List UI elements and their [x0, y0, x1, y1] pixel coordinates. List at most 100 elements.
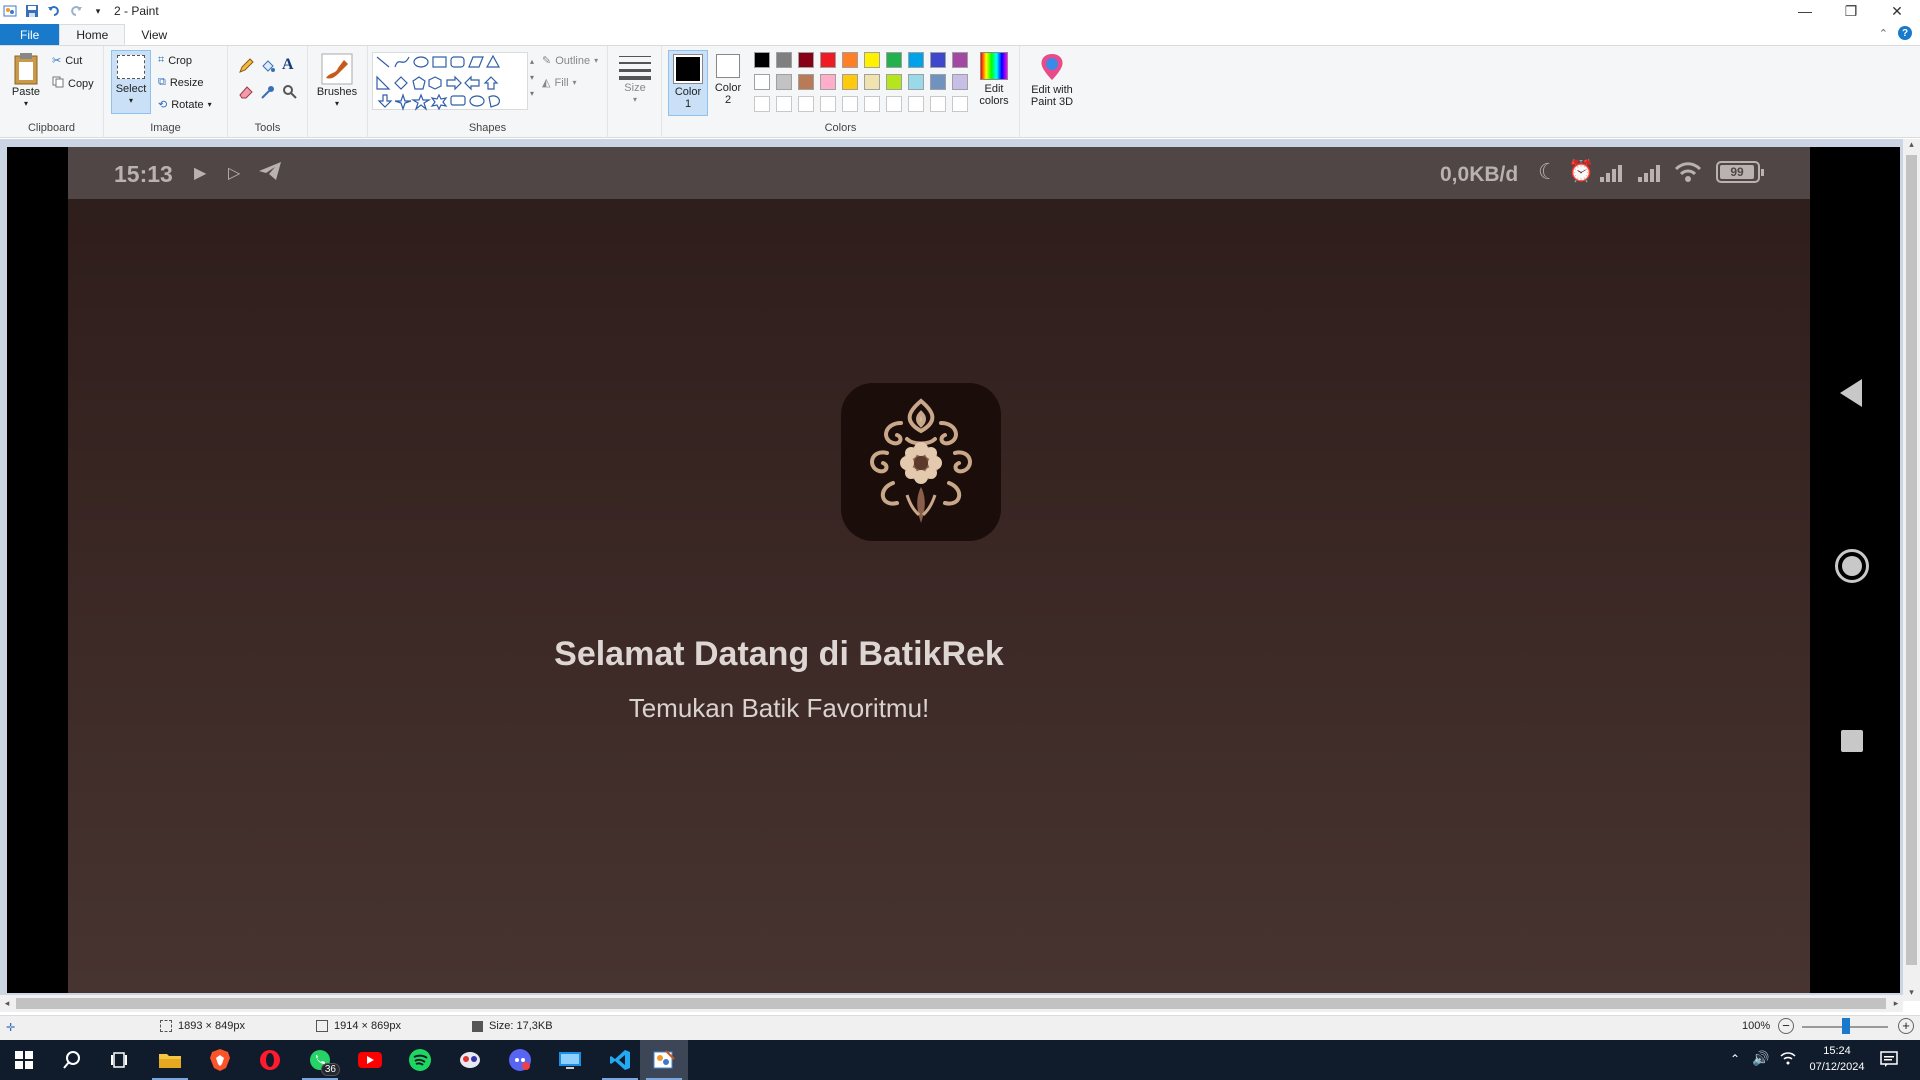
- fill-button[interactable]: ◭ Fill ▾: [542, 76, 577, 90]
- palette-swatch[interactable]: [842, 52, 858, 68]
- taskbar-discord[interactable]: [496, 1040, 544, 1080]
- cut-button[interactable]: ✂ Cut: [52, 54, 82, 68]
- color1-button[interactable]: Color 1: [668, 50, 708, 116]
- maximize-button[interactable]: ❐: [1828, 0, 1874, 22]
- shapes-gallery[interactable]: [372, 52, 528, 111]
- horizontal-scrollbar[interactable]: ◂ ▸: [0, 995, 1903, 1012]
- resize-button[interactable]: ⧉ Resize: [158, 76, 203, 89]
- paste-button[interactable]: Paste ▾: [10, 52, 42, 110]
- palette-swatch[interactable]: [886, 52, 902, 68]
- paint-app-icon: [2, 3, 18, 19]
- taskbar-youtube[interactable]: [346, 1040, 394, 1080]
- signal-icon-2: [1636, 163, 1664, 186]
- palette-swatch[interactable]: [776, 96, 792, 112]
- copy-button[interactable]: Copy: [52, 76, 94, 91]
- palette-swatch[interactable]: [864, 52, 880, 68]
- scissors-icon: ✂: [52, 55, 62, 67]
- taskbar-game-app[interactable]: [446, 1040, 494, 1080]
- undo-icon[interactable]: [46, 3, 62, 19]
- colors-group: Color 1 Color 2 Edit colors Colors: [662, 46, 1020, 138]
- taskbar-paint[interactable]: [640, 1040, 688, 1080]
- tab-file[interactable]: File: [0, 24, 60, 45]
- monitor-icon: [559, 1052, 581, 1069]
- palette-swatch[interactable]: [886, 96, 902, 112]
- start-button[interactable]: [0, 1040, 48, 1080]
- image-label: Image: [150, 122, 181, 134]
- palette-swatch[interactable]: [952, 74, 968, 90]
- magnifier-icon[interactable]: [282, 84, 298, 103]
- selection-size-icon: [160, 1020, 172, 1032]
- palette-swatch[interactable]: [776, 52, 792, 68]
- collapse-ribbon-icon[interactable]: ⌃: [1879, 27, 1888, 40]
- outline-button[interactable]: ✎ Outline ▾: [542, 54, 598, 68]
- vertical-scroll-thumb[interactable]: [1906, 155, 1917, 965]
- palette-swatch[interactable]: [776, 74, 792, 90]
- show-hidden-icons[interactable]: ⌃: [1730, 1052, 1740, 1066]
- palette-swatch[interactable]: [930, 52, 946, 68]
- palette-swatch[interactable]: [754, 96, 770, 112]
- customize-toolbar-icon[interactable]: ▾: [90, 3, 106, 19]
- pencil-icon[interactable]: [238, 58, 254, 77]
- text-tool-icon[interactable]: A: [282, 56, 294, 74]
- fill-bucket-icon[interactable]: [260, 58, 276, 77]
- zoom-in-button[interactable]: +: [1898, 1018, 1914, 1034]
- zoom-out-button[interactable]: −: [1778, 1018, 1794, 1034]
- task-view-button[interactable]: [96, 1040, 144, 1080]
- palette-swatch[interactable]: [930, 96, 946, 112]
- help-icon[interactable]: ?: [1898, 26, 1912, 40]
- redo-icon[interactable]: [68, 3, 84, 19]
- palette-swatch[interactable]: [798, 96, 814, 112]
- shapes-scroll[interactable]: ▴ ▾ ▾: [530, 54, 534, 102]
- edit-colors-button[interactable]: Edit colors: [974, 52, 1014, 107]
- rotate-button[interactable]: ⟲ Rotate ▾: [158, 98, 212, 112]
- palette-swatch[interactable]: [908, 52, 924, 68]
- taskbar-opera[interactable]: [246, 1040, 294, 1080]
- horizontal-scroll-thumb[interactable]: [16, 998, 1886, 1009]
- palette-swatch[interactable]: [754, 52, 770, 68]
- taskbar-file-explorer[interactable]: [146, 1040, 194, 1080]
- palette-swatch[interactable]: [842, 96, 858, 112]
- canvas-image[interactable]: 15:13 ▶ ▷ 0,0KB/d ☾ ⏰ 99 Selamat Datang …: [7, 147, 1900, 993]
- palette-swatch[interactable]: [930, 74, 946, 90]
- palette-swatch[interactable]: [798, 52, 814, 68]
- palette-swatch[interactable]: [754, 74, 770, 90]
- tab-view[interactable]: View: [125, 24, 183, 45]
- palette-swatch[interactable]: [820, 52, 836, 68]
- eraser-icon[interactable]: [238, 84, 254, 103]
- rainbow-icon: [980, 52, 1008, 80]
- size-button[interactable]: Size ▾: [616, 54, 654, 106]
- taskbar-clock[interactable]: 15:24 07/12/2024: [1792, 1043, 1882, 1075]
- minimize-button[interactable]: —: [1782, 0, 1828, 22]
- volume-icon[interactable]: 🔊: [1752, 1050, 1769, 1067]
- palette-swatch[interactable]: [908, 96, 924, 112]
- color-picker-icon[interactable]: [260, 84, 276, 103]
- notifications-icon[interactable]: [1880, 1050, 1898, 1071]
- palette-swatch[interactable]: [908, 74, 924, 90]
- vertical-scrollbar[interactable]: ▴ ▾: [1903, 139, 1920, 1001]
- taskbar-remote-desktop[interactable]: [546, 1040, 594, 1080]
- palette-swatch[interactable]: [820, 74, 836, 90]
- palette-swatch[interactable]: [864, 74, 880, 90]
- palette-swatch[interactable]: [842, 74, 858, 90]
- taskbar-brave[interactable]: [196, 1040, 244, 1080]
- brushes-button[interactable]: Brushes ▾: [314, 52, 360, 110]
- palette-swatch[interactable]: [952, 96, 968, 112]
- search-button[interactable]: [48, 1040, 96, 1080]
- palette-swatch[interactable]: [864, 96, 880, 112]
- palette-swatch[interactable]: [798, 74, 814, 90]
- selection-size: 1893 × 849px: [160, 1020, 245, 1032]
- crop-button[interactable]: ⌗ Crop: [158, 54, 192, 67]
- palette-swatch[interactable]: [952, 52, 968, 68]
- close-button[interactable]: ✕: [1874, 0, 1920, 22]
- select-button[interactable]: Select ▾: [111, 50, 151, 114]
- palette-swatch[interactable]: [886, 74, 902, 90]
- taskbar-whatsapp[interactable]: 36: [296, 1040, 344, 1080]
- zoom-slider-thumb[interactable]: [1842, 1018, 1850, 1034]
- edit-paint3d-button[interactable]: Edit with Paint 3D: [1024, 52, 1080, 108]
- color2-button[interactable]: Color 2: [710, 54, 746, 106]
- taskbar-vscode[interactable]: [596, 1040, 644, 1080]
- taskbar-spotify[interactable]: [396, 1040, 444, 1080]
- tab-home[interactable]: Home: [59, 24, 126, 45]
- save-icon[interactable]: [24, 3, 40, 19]
- palette-swatch[interactable]: [820, 96, 836, 112]
